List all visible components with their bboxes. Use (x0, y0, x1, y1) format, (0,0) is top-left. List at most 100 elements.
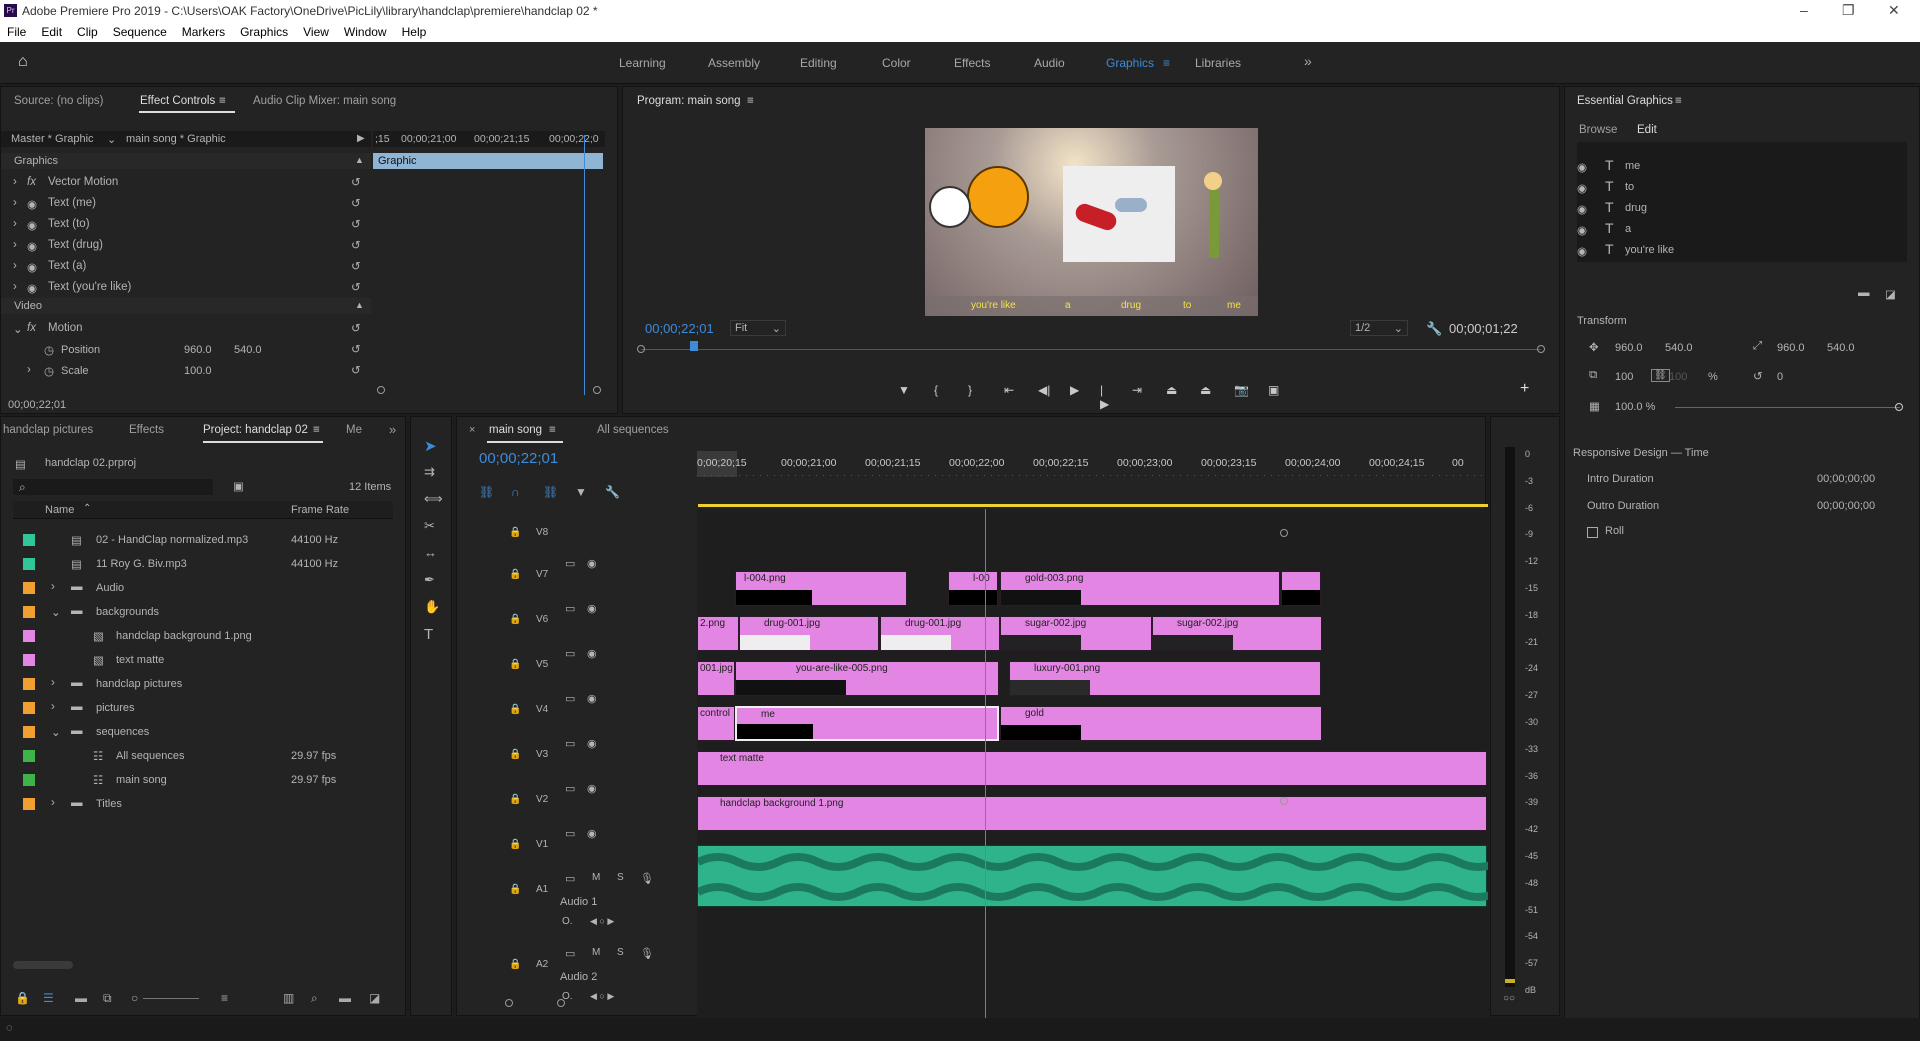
voice-over-icon[interactable]: 🎙 (640, 947, 654, 960)
track-label[interactable]: V8 (536, 527, 548, 538)
mute-icon[interactable]: M (592, 872, 600, 883)
close-sequence-icon[interactable]: × (469, 424, 475, 436)
sort-up-icon[interactable]: ⌃ (83, 503, 91, 514)
menu-graphics[interactable]: Graphics (240, 25, 288, 39)
new-folder-icon[interactable]: ▬ (1858, 287, 1870, 299)
mark-in-icon[interactable]: { (934, 383, 938, 397)
restore-icon[interactable]: ❐ (1842, 2, 1855, 19)
opacity-slider-handle[interactable] (1895, 403, 1903, 411)
wrench-icon[interactable]: 🔧 (1426, 321, 1442, 337)
sort-icons-icon[interactable]: ≡ (221, 991, 228, 1005)
type-tool-icon[interactable]: T (424, 626, 433, 643)
snap-icon[interactable]: ∩ (511, 485, 520, 499)
track-label[interactable]: V6 (536, 614, 548, 625)
stopwatch-icon[interactable]: ◷ (44, 364, 54, 378)
find-icon[interactable]: ⌕ (311, 991, 318, 1006)
add-marker-icon[interactable]: ▼ (575, 485, 587, 499)
timeline-timecode[interactable]: 00;00;22;01 (479, 450, 558, 467)
timeline-settings-wrench-icon[interactable]: 🔧 (605, 485, 620, 499)
workspace-color[interactable]: Color (882, 56, 911, 70)
reset-icon[interactable]: ↺ (351, 175, 361, 189)
toggle-sync-icon[interactable]: ▭ (565, 692, 575, 705)
eye-icon[interactable]: ◉ (587, 647, 597, 660)
clip-text-matte[interactable]: text matte (697, 751, 1487, 786)
project-search-input[interactable]: ⌕ (13, 479, 213, 495)
clip-you-are-like-005[interactable]: you-are-like-005.png (735, 661, 999, 696)
tab-audio-clip-mixer[interactable]: Audio Clip Mixer: main song (253, 95, 396, 107)
tab-main-song[interactable]: main song (489, 424, 542, 436)
eye-icon[interactable]: ◉ (587, 557, 597, 570)
track-label[interactable]: V2 (536, 794, 548, 805)
reset-icon[interactable]: ↺ (351, 363, 361, 377)
solo-meter-icon[interactable]: ○○ (1503, 993, 1515, 1004)
project-scrollbar[interactable] (13, 961, 73, 969)
timeline-ruler[interactable]: 0;00;20;15 00;00;21;00 00;00;21;15 00;00… (697, 451, 1487, 477)
track-label[interactable]: V4 (536, 704, 548, 715)
clip-dropdown-chevron-icon[interactable]: ⌄ (107, 133, 116, 146)
timeline-clip-area[interactable]: l-004.png l-00 gold-003.png 2.png drug-0… (696, 509, 1500, 1019)
solo-icon[interactable]: S (617, 947, 624, 958)
menu-window[interactable]: Window (344, 25, 387, 39)
audio-clip-a1[interactable] (696, 845, 1500, 907)
icon-view-icon[interactable]: ▬ (75, 991, 87, 1005)
clip-handclap-background[interactable]: handclap background 1.png (697, 796, 1487, 831)
lock-icon[interactable]: 🔒 (15, 991, 30, 1005)
label-color-swatch[interactable] (23, 774, 35, 786)
eye-icon[interactable]: ◉ (587, 692, 597, 705)
slip-tool-icon[interactable]: ↔ (424, 545, 437, 560)
razor-tool-icon[interactable]: ✂ (424, 518, 435, 534)
fit-dropdown[interactable]: Fit ⌄ (730, 320, 786, 336)
eye-icon[interactable]: ◉ (1577, 181, 1587, 195)
effect-timecode[interactable]: 00;00;22;01 (8, 399, 66, 411)
panel-menu-icon[interactable]: ≡ (219, 95, 226, 107)
roll-checkbox[interactable] (1587, 527, 1598, 538)
label-color-swatch[interactable] (23, 654, 35, 666)
intro-duration-value[interactable]: 00;00;00;00 (1817, 473, 1875, 485)
label-color-swatch[interactable] (23, 702, 35, 714)
label-color-swatch[interactable] (23, 534, 35, 546)
reset-icon[interactable]: ↺ (351, 238, 361, 252)
linked-selection-icon[interactable]: ⛓ (543, 485, 558, 499)
lock-track-icon[interactable]: 🔒 (509, 527, 521, 538)
clip-2png[interactable]: 2.png (697, 616, 739, 651)
tab-source[interactable]: Source: (no clips) (14, 95, 103, 107)
reset-icon[interactable]: ↺ (351, 280, 361, 294)
ripple-edit-tool-icon[interactable]: ⟺ (424, 491, 443, 507)
clip-drug-001-a[interactable]: drug-001.jpg (739, 616, 879, 651)
label-color-swatch[interactable] (23, 582, 35, 594)
clip-selector[interactable]: main song * Graphic (126, 133, 226, 145)
timeline-playhead[interactable] (985, 509, 986, 1019)
toggle-sync-icon[interactable]: ▭ (565, 947, 575, 960)
workspace-audio[interactable]: Audio (1034, 56, 1065, 70)
zoom-slider-handle[interactable]: ○ (131, 991, 138, 1005)
menu-clip[interactable]: Clip (77, 25, 98, 39)
new-item-icon[interactable]: ◪ (369, 991, 380, 1005)
tab-handclap-pictures[interactable]: handclap pictures (3, 424, 93, 436)
label-color-swatch[interactable] (23, 750, 35, 762)
panel-menu-icon[interactable]: ≡ (549, 424, 556, 436)
mute-icon[interactable]: M (592, 947, 600, 958)
menu-sequence[interactable]: Sequence (113, 25, 167, 39)
lock-track-icon[interactable]: 🔒 (509, 884, 521, 895)
eye-icon[interactable]: ◉ (1577, 223, 1587, 237)
minimize-icon[interactable]: – (1800, 2, 1808, 18)
step-back-icon[interactable]: ◀| (1038, 383, 1050, 397)
tab-project[interactable]: Project: handclap 02 (203, 424, 308, 436)
expand-folder-icon[interactable]: ⌄ (51, 725, 61, 739)
program-video-frame[interactable]: you're like a drug to me (925, 128, 1258, 316)
program-timecode[interactable]: 00;00;22;01 (645, 321, 714, 336)
eye-icon[interactable]: ◉ (1577, 202, 1587, 216)
track-label[interactable]: A1 (536, 884, 548, 895)
more-tabs-icon[interactable]: » (389, 422, 396, 437)
expand-folder-icon[interactable]: › (51, 581, 55, 593)
close-icon[interactable]: ✕ (1888, 2, 1900, 19)
tab-edit[interactable]: Edit (1637, 124, 1657, 136)
keyframe-nav-icon[interactable]: ◀ ○ ▶ (590, 916, 614, 927)
expand-folder-icon[interactable]: › (51, 797, 55, 809)
lock-scale-icon[interactable]: ⛓ (1651, 369, 1670, 382)
stopwatch-icon[interactable]: ◷ (44, 343, 54, 357)
reset-icon[interactable]: ↺ (351, 321, 361, 335)
more-workspaces-icon[interactable]: » (1304, 53, 1312, 69)
eg-anchor-y[interactable]: 540.0 (1827, 342, 1855, 354)
eye-icon[interactable]: ◉ (27, 218, 37, 232)
